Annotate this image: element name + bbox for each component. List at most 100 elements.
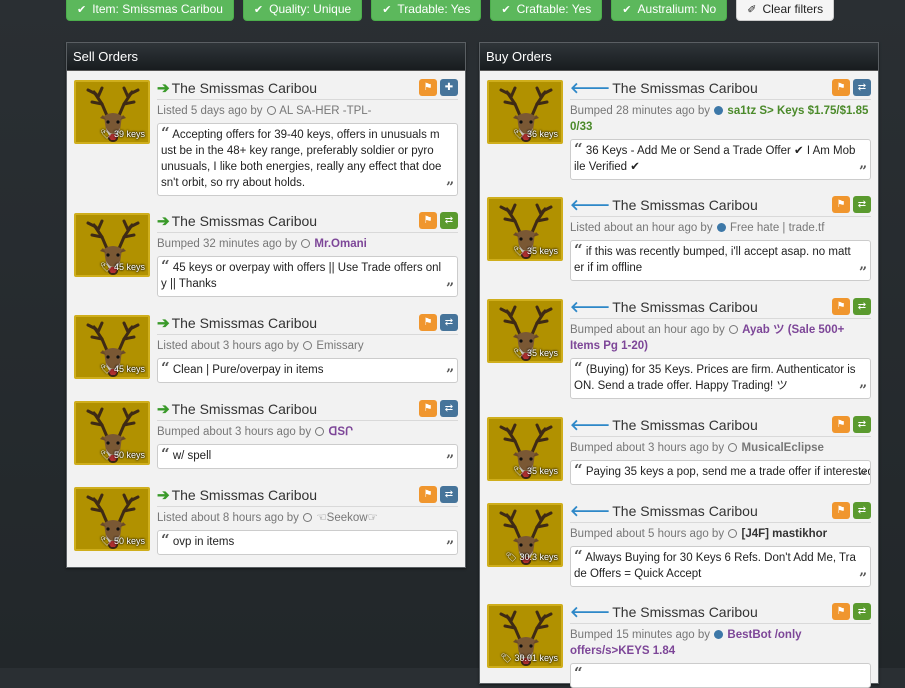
quote-open-icon: “ (161, 124, 170, 142)
arrow-right-icon: ➔ (157, 80, 170, 97)
flag-icon[interactable]: ⚑ (832, 416, 850, 433)
flag-icon[interactable]: ⚑ (419, 400, 437, 417)
item-title[interactable]: The Smissmas Caribou (172, 80, 318, 96)
user-link[interactable]: ᗡSՐ (329, 426, 353, 438)
item-title[interactable]: The Smissmas Caribou (172, 401, 318, 417)
flag-icon[interactable]: ⚑ (419, 486, 437, 503)
item-image[interactable]: 🏷 50 keys (74, 487, 150, 551)
buy-orders-header: Buy Orders (480, 43, 878, 71)
user-link[interactable]: Mr.Omani (314, 238, 366, 250)
item-title[interactable]: The Smissmas Caribou (612, 197, 758, 213)
price-tag: 🏷 50 keys (100, 450, 145, 460)
status-circle-icon (728, 443, 738, 452)
flag-icon[interactable]: ⚑ (832, 196, 850, 213)
listing-comment: “ w/ spell” (157, 444, 458, 469)
user-link[interactable]: AL SA-HER -TPL- (279, 105, 371, 117)
status-circle-icon (303, 341, 313, 350)
item-title[interactable]: The Smissmas Caribou (172, 487, 318, 503)
buy-orders-panel: Buy Orders 🏷 36 keys 🡐 The Smissmas Carib… (479, 42, 879, 688)
user-link[interactable]: Emissary (316, 340, 363, 352)
listing-meta: Bumped 15 minutes ago by BestBot /only o… (570, 629, 802, 657)
trade-icon[interactable]: ⇄ (853, 502, 871, 519)
item-title[interactable]: The Smissmas Caribou (612, 417, 758, 433)
item-title[interactable]: The Smissmas Caribou (612, 299, 758, 315)
price-tag: 🏷 30.3 keys (505, 552, 558, 562)
item-image[interactable]: 🏷 35 keys (487, 417, 563, 481)
arrow-left-icon: 🡐 (570, 503, 611, 520)
listing-meta: Bumped about 3 hours ago by MusicalEclip… (570, 442, 824, 454)
status-circle-icon (315, 427, 325, 436)
filter-australium[interactable]: ✔ Australium: No (611, 0, 728, 21)
flag-icon[interactable]: ⚑ (419, 212, 437, 229)
quote-open-icon: “ (574, 461, 583, 479)
clear-filters-button[interactable]: ✐ Clear filters (736, 0, 835, 21)
flag-icon[interactable]: ⚑ (419, 79, 437, 96)
quote-close-icon: ” (858, 571, 867, 587)
user-link[interactable]: Free hate | trade.tf (730, 222, 824, 234)
item-title[interactable]: The Smissmas Caribou (612, 80, 758, 96)
check-icon: ✔ (253, 3, 264, 16)
flag-icon[interactable]: ⚑ (832, 298, 850, 315)
filter-quality[interactable]: ✔ Quality: Unique (242, 0, 363, 21)
price-tag: 🏷 45 keys (100, 262, 145, 272)
trade-icon[interactable]: ⇄ (853, 603, 871, 620)
trade-icon[interactable]: ⇄ (440, 400, 458, 417)
trade-icon[interactable]: ⇄ (440, 212, 458, 229)
user-link[interactable]: ☜Seekow☞ (316, 512, 378, 524)
filter-item[interactable]: ✔ Item: Smissmas Caribou (66, 0, 234, 21)
quote-close-icon: ” (445, 539, 454, 555)
listing-comment: “ Accepting offers for 39-40 keys, offer… (157, 123, 458, 196)
check-icon: ✔ (382, 3, 392, 16)
flag-icon[interactable]: ⚑ (832, 603, 850, 620)
user-link[interactable]: MusicalEclipse (742, 442, 824, 454)
trade-icon[interactable]: ⇄ (440, 486, 458, 503)
item-title[interactable]: The Smissmas Caribou (172, 315, 318, 331)
listing-comment: “ ovp in items” (157, 530, 458, 555)
quote-close-icon: ” (858, 265, 867, 281)
item-image[interactable]: 🏷 30.01 keys (487, 604, 563, 668)
flag-icon[interactable]: ⚑ (832, 502, 850, 519)
quote-close-icon: ” (858, 164, 867, 180)
sell-orders-panel: Sell Orders 🏷 39 keys ➔ The Smissmas Cari… (66, 42, 466, 568)
item-image[interactable]: 🏷 45 keys (74, 213, 150, 277)
arrow-left-icon: 🡐 (570, 417, 611, 434)
item-image[interactable]: 🏷 39 keys (74, 80, 150, 144)
price-tag: 🏷 35 keys (513, 348, 558, 358)
filter-craftable[interactable]: ✔ Craftable: Yes (490, 0, 603, 21)
quote-open-icon: “ (574, 241, 583, 259)
trade-icon[interactable]: ⇄ (853, 298, 871, 315)
status-circle-icon (266, 106, 276, 115)
listing-meta: Bumped 28 minutes ago by sa1tz S> Keys $… (570, 105, 869, 133)
flag-icon[interactable]: ⚑ (832, 79, 850, 96)
item-image[interactable]: 🏷 36 keys (487, 80, 563, 144)
quote-open-icon: “ (574, 547, 583, 565)
trade-icon[interactable]: ⇄ (440, 314, 458, 331)
arrow-right-icon: ➔ (157, 401, 170, 418)
flag-icon[interactable]: ⚑ (419, 314, 437, 331)
item-image[interactable]: 🏷 35 keys (487, 299, 563, 363)
listing-comment: “ Clean | Pure/overpay in items” (157, 358, 458, 383)
user-link[interactable]: [J4F] mastikhor (742, 528, 828, 540)
status-dot-icon (716, 223, 726, 232)
trade-icon[interactable]: ⇄ (853, 79, 871, 96)
listing-meta: Listed 5 days ago by AL SA-HER -TPL- (157, 105, 372, 117)
quote-open-icon: “ (161, 445, 170, 463)
quote-close-icon: ” (858, 469, 867, 485)
item-image[interactable]: 🏷 30.3 keys (487, 503, 563, 567)
listing-meta: Bumped 32 minutes ago by Mr.Omani (157, 238, 367, 250)
plus-icon[interactable]: ✚ (440, 79, 458, 96)
item-title[interactable]: The Smissmas Caribou (172, 213, 318, 229)
price-tag: 🏷 30.01 keys (500, 653, 558, 663)
filter-tradable[interactable]: ✔ Tradable: Yes (371, 0, 482, 21)
quote-close-icon: ” (445, 281, 454, 297)
trade-icon[interactable]: ⇄ (853, 416, 871, 433)
item-title[interactable]: The Smissmas Caribou (612, 503, 758, 519)
sell-orders-header: Sell Orders (67, 43, 465, 71)
trade-icon[interactable]: ⇄ (853, 196, 871, 213)
item-image[interactable]: 🏷 35 keys (487, 197, 563, 261)
item-title[interactable]: The Smissmas Caribou (612, 604, 758, 620)
price-tag: 🏷 39 keys (100, 129, 145, 139)
arrow-right-icon: ➔ (157, 487, 170, 504)
item-image[interactable]: 🏷 50 keys (74, 401, 150, 465)
item-image[interactable]: 🏷 45 keys (74, 315, 150, 379)
